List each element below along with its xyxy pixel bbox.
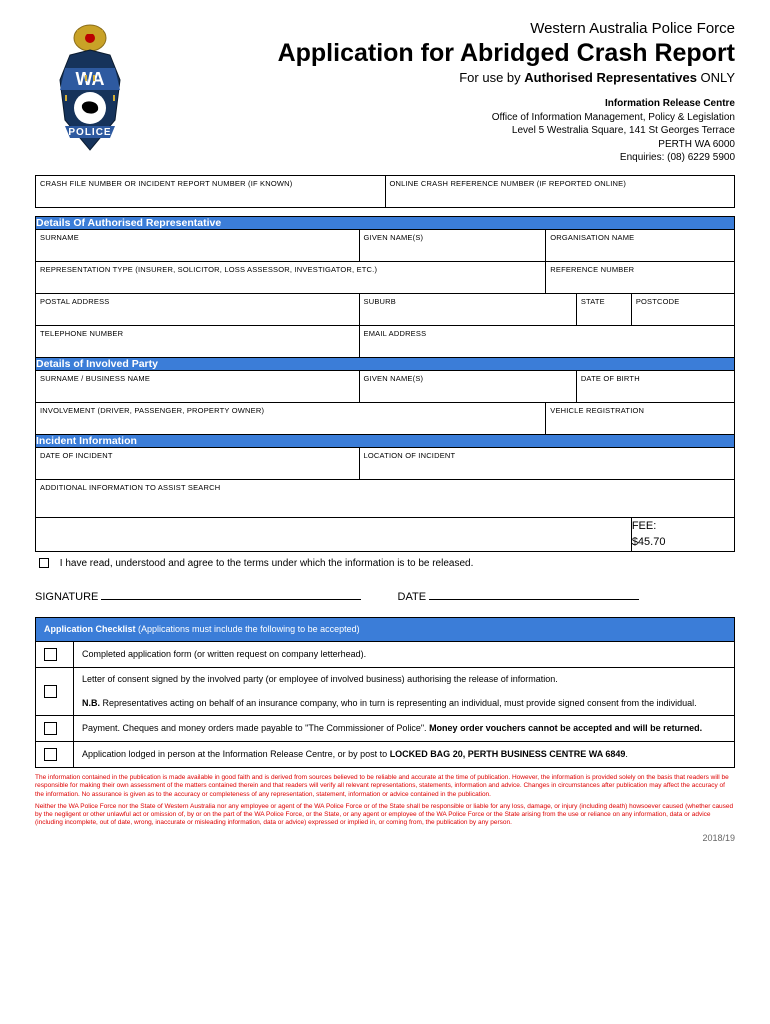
agree-text: I have read, understood and agree to the…	[60, 558, 474, 569]
state-field[interactable]: STATE	[576, 293, 631, 325]
online-reference-field[interactable]: ONLINE CRASH REFERENCE NUMBER (IF REPORT…	[385, 175, 735, 207]
terms-agreement-row: I have read, understood and agree to the…	[35, 552, 735, 575]
signature-line[interactable]	[101, 599, 361, 600]
document-subtitle: For use by Authorised Representatives ON…	[155, 70, 735, 85]
section-header-party: Details of Involved Party	[36, 357, 735, 370]
document-title: Application for Abridged Crash Report	[155, 39, 735, 68]
vehicle-registration-field[interactable]: VEHICLE REGISTRATION	[546, 402, 735, 434]
contact-address: Information Release Centre Office of Inf…	[155, 97, 735, 165]
party-surname-field[interactable]: SURNAME / BUSINESS NAME	[36, 370, 360, 402]
application-checklist: Application Checklist (Applications must…	[35, 617, 735, 769]
additional-info-field[interactable]: ADDITIONAL INFORMATION TO ASSIST SEARCH	[36, 479, 735, 517]
representation-type-field[interactable]: REPRESENTATION TYPE (INSURER, SOLICITOR,…	[36, 261, 546, 293]
header-text-block: Western Australia Police Force Applicati…	[145, 20, 735, 165]
badge-police-text: POLICE	[68, 127, 111, 138]
checklist-item-3: Payment. Cheques and money orders made p…	[74, 716, 735, 742]
section-header-rep: Details Of Authorised Representative	[36, 216, 735, 229]
date-label: DATE	[398, 591, 427, 603]
email-field[interactable]: EMAIL ADDRESS	[359, 325, 734, 357]
organization-name: Western Australia Police Force	[155, 20, 735, 37]
reference-number-field[interactable]: REFERENCE NUMBER	[546, 261, 735, 293]
incident-location-field[interactable]: LOCATION OF INCIDENT	[359, 447, 734, 479]
checklist-item-2: Letter of consent signed by the involved…	[74, 668, 735, 716]
checklist-item-4: Application lodged in person at the Info…	[74, 742, 735, 768]
incident-date-field[interactable]: DATE OF INCIDENT	[36, 447, 360, 479]
crash-number-section: CRASH FILE NUMBER OR INCIDENT REPORT NUM…	[35, 175, 735, 208]
fee-box: FEE: $45.70	[631, 517, 734, 551]
involvement-field[interactable]: INVOLVEMENT (DRIVER, PASSENGER, PROPERTY…	[36, 402, 546, 434]
checklist-checkbox-3[interactable]	[36, 716, 74, 742]
checklist-checkbox-4[interactable]	[36, 742, 74, 768]
date-line[interactable]	[429, 599, 639, 600]
section-header-incident: Incident Information	[36, 434, 735, 447]
surname-field[interactable]: SURNAME	[36, 229, 360, 261]
authorised-rep-section: Details Of Authorised Representative SUR…	[35, 216, 735, 552]
postal-address-field[interactable]: POSTAL ADDRESS	[36, 293, 360, 325]
disclaimer-text: The information contained in the publica…	[35, 774, 735, 827]
checklist-checkbox-1[interactable]	[36, 642, 74, 668]
checklist-checkbox-2[interactable]	[36, 668, 74, 716]
agree-checkbox[interactable]	[39, 558, 49, 568]
checklist-header: Application Checklist (Applications must…	[36, 617, 735, 642]
crash-file-number-field[interactable]: CRASH FILE NUMBER OR INCIDENT REPORT NUM…	[36, 175, 386, 207]
page-header: WA POLICE Western Australia Police Force…	[35, 20, 735, 165]
party-dob-field[interactable]: DATE OF BIRTH	[576, 370, 734, 402]
party-given-name-field[interactable]: GIVEN NAME(S)	[359, 370, 576, 402]
telephone-field[interactable]: TELEPHONE NUMBER	[36, 325, 360, 357]
badge-wa-text: WA	[76, 69, 105, 89]
signature-row: SIGNATURE DATE	[35, 575, 735, 613]
version-label: 2018/19	[35, 833, 735, 843]
suburb-field[interactable]: SUBURB	[359, 293, 576, 325]
given-name-field[interactable]: GIVEN NAME(S)	[359, 229, 546, 261]
postcode-field[interactable]: POSTCODE	[631, 293, 734, 325]
checklist-item-1: Completed application form (or written r…	[74, 642, 735, 668]
wa-police-badge-icon: WA POLICE	[35, 20, 145, 165]
organisation-name-field[interactable]: ORGANISATION NAME	[546, 229, 735, 261]
signature-label: SIGNATURE	[35, 591, 98, 603]
